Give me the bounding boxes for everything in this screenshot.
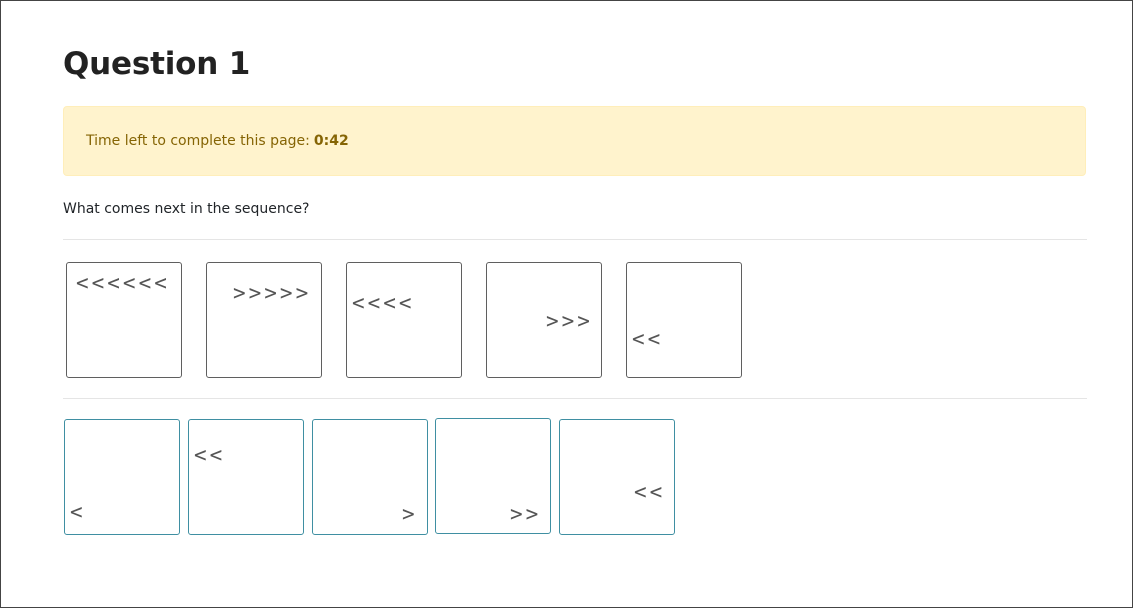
option-symbols: <	[70, 500, 86, 524]
sequence-tile-1: <<<<<<	[66, 262, 182, 378]
sequence-symbols: <<<<	[352, 291, 415, 315]
page-title: Question 1	[63, 46, 251, 82]
sequence-symbols: >>>	[546, 309, 593, 333]
sequence-symbols: >>>>>	[233, 281, 312, 305]
timer-alert: Time left to complete this page: 0:42	[63, 106, 1086, 176]
option-symbols: >>	[510, 502, 542, 526]
sequence-tile-5: <<	[626, 262, 742, 378]
answer-option-1[interactable]: <	[64, 419, 180, 535]
answer-option-3[interactable]: >	[312, 419, 428, 535]
timer-value: 0:42	[313, 133, 349, 149]
answer-option-5[interactable]: <<	[559, 419, 675, 535]
sequence-tile-3: <<<<	[346, 262, 462, 378]
answer-option-4[interactable]: >>	[435, 418, 551, 534]
answer-option-2[interactable]: <<	[188, 419, 304, 535]
sequence-tile-4: >>>	[486, 262, 602, 378]
timer-label: Time left to complete this page:	[86, 133, 310, 149]
divider	[63, 239, 1087, 240]
sequence-symbols: <<<<<<	[76, 271, 170, 295]
option-symbols: <<	[194, 443, 226, 467]
question-prompt: What comes next in the sequence?	[63, 201, 310, 217]
divider	[63, 398, 1087, 399]
sequence-symbols: <<	[632, 327, 664, 351]
sequence-tile-2: >>>>>	[206, 262, 322, 378]
option-symbols: >	[402, 502, 418, 526]
option-symbols: <<	[634, 480, 666, 504]
